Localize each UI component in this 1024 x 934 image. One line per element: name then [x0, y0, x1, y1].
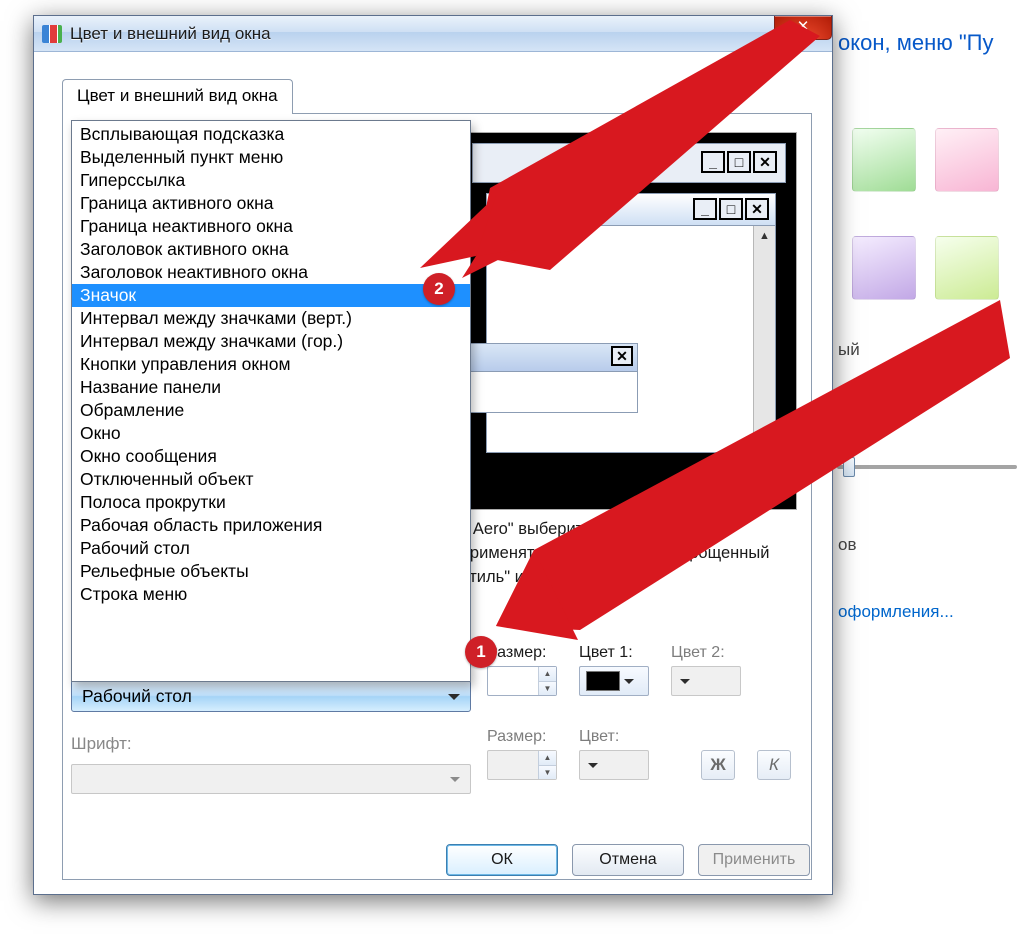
preview-min-icon: _	[693, 198, 717, 220]
bg-slider-track	[837, 465, 1017, 469]
list-item[interactable]: Обрамление	[72, 399, 470, 422]
close-button[interactable]: ✕	[774, 16, 832, 40]
list-item[interactable]: Интервал между значками (гор.)	[72, 330, 470, 353]
scroll-up-icon: ▲	[754, 226, 775, 246]
tab-window-color[interactable]: Цвет и внешний вид окна	[62, 79, 293, 114]
font-size-label: Размер:	[487, 728, 557, 746]
color1-swatch	[586, 671, 620, 691]
element-dropdown-list[interactable]: Всплывающая подсказкаВыделенный пункт ме…	[71, 120, 471, 682]
preview-area: _ □ ✕ _ □ ✕ нная ▲	[461, 132, 797, 510]
list-item[interactable]: Рабочая область приложения	[72, 514, 470, 537]
aero-note-text: s Aero" выберите тему Windows. применять…	[461, 518, 791, 590]
color-swatch-pink[interactable]	[935, 128, 999, 192]
annotation-bubble-2: 2	[423, 273, 455, 305]
preview-close-icon: ✕	[611, 346, 633, 366]
cancel-button[interactable]: Отмена	[572, 844, 684, 876]
spin-down-icon[interactable]: ▼	[539, 682, 556, 696]
font-color-picker	[579, 750, 649, 780]
size-spinner[interactable]: ▲▼	[487, 666, 557, 696]
scroll-down-icon: ▼	[754, 432, 775, 452]
dialog-body: Цвет и внешний вид окна _ □ ✕ _ □	[34, 52, 832, 894]
list-item[interactable]: Полоса прокрутки	[72, 491, 470, 514]
tab-pane: _ □ ✕ _ □ ✕ нная ▲	[62, 113, 812, 880]
preview-scrollbar: ▲ ▼	[753, 226, 775, 452]
preview-close-icon: ✕	[745, 198, 769, 220]
dialog-title: Цвет и внешний вид окна	[70, 24, 271, 44]
ok-button[interactable]: ОК	[446, 844, 558, 876]
font-size-spinner: ▲▼	[487, 750, 557, 780]
color1-picker[interactable]	[579, 666, 649, 696]
list-item[interactable]: Интервал между значками (верт.)	[72, 307, 470, 330]
list-item[interactable]: Окно	[72, 422, 470, 445]
font-combobox	[71, 764, 471, 794]
bg-link-text[interactable]: оформления...	[838, 602, 954, 622]
list-item[interactable]: Рельефные объекты	[72, 560, 470, 583]
list-item[interactable]: Граница активного окна	[72, 192, 470, 215]
color-swatch-lime[interactable]	[935, 236, 999, 300]
color-swatch-green[interactable]	[852, 128, 916, 192]
annotation-bubble-1: 1	[465, 636, 497, 668]
preview-active-window: _ □ ✕ нная ▲ ▼	[486, 193, 776, 453]
list-item[interactable]: Рабочий стол	[72, 537, 470, 560]
bg-text-fragment-1: ый	[838, 340, 860, 360]
list-item[interactable]: Заголовок активного окна	[72, 238, 470, 261]
element-combobox[interactable]: Рабочий стол	[71, 680, 471, 712]
titlebar[interactable]: Цвет и внешний вид окна ✕	[34, 16, 832, 52]
list-item[interactable]: Кнопки управления окном	[72, 353, 470, 376]
preview-message-box: ✕	[468, 343, 638, 413]
spin-up-icon[interactable]: ▲	[539, 667, 556, 682]
window-color-dialog: Цвет и внешний вид окна ✕ Цвет и внешний…	[33, 15, 833, 895]
preview-caption-fragment: нная	[497, 234, 534, 254]
list-item[interactable]: Окно сообщения	[72, 445, 470, 468]
preview-close-icon: ✕	[753, 151, 777, 173]
apply-button: Применить	[698, 844, 810, 876]
preview-max-icon: □	[727, 151, 751, 173]
list-item[interactable]: Название панели	[72, 376, 470, 399]
color1-label: Цвет 1:	[579, 644, 649, 662]
list-item[interactable]: Граница неактивного окна	[72, 215, 470, 238]
preview-inactive-bar: _ □ ✕	[472, 143, 786, 183]
personalization-icon	[42, 25, 62, 43]
list-item[interactable]: Заголовок неактивного окна	[72, 261, 470, 284]
list-item[interactable]: Отключенный объект	[72, 468, 470, 491]
combobox-value: Рабочий стол	[82, 686, 192, 707]
spin-down-icon: ▼	[539, 766, 556, 780]
list-item[interactable]: Значок	[72, 284, 470, 307]
color2-label: Цвет 2:	[671, 644, 741, 662]
preview-min-icon: _	[701, 151, 725, 173]
list-item[interactable]: Гиперссылка	[72, 169, 470, 192]
spin-up-icon: ▲	[539, 751, 556, 766]
font-label: Шрифт:	[71, 734, 132, 754]
bg-slider-thumb[interactable]	[843, 457, 855, 477]
preview-max-icon: □	[719, 198, 743, 220]
list-item[interactable]: Выделенный пункт меню	[72, 146, 470, 169]
bg-header-text: окон, меню "Пу	[838, 30, 993, 56]
font-color-label: Цвет:	[579, 728, 649, 746]
bold-button[interactable]: Ж	[701, 750, 735, 780]
list-item[interactable]: Строка меню	[72, 583, 470, 606]
color-swatch-purple[interactable]	[852, 236, 916, 300]
italic-button[interactable]: К	[757, 750, 791, 780]
size-label: Размер:	[487, 644, 557, 662]
color2-picker	[671, 666, 741, 696]
bg-text-fragment-2: ов	[838, 535, 857, 555]
list-item[interactable]: Всплывающая подсказка	[72, 123, 470, 146]
